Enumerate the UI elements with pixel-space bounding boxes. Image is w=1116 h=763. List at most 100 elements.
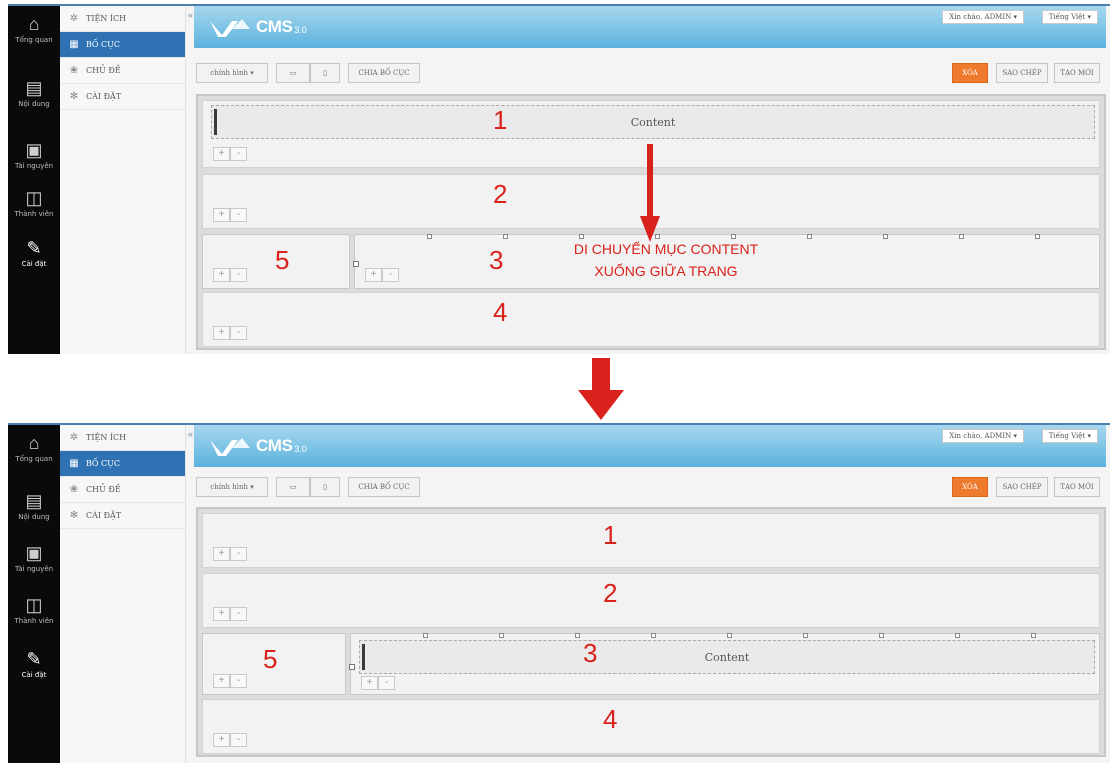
cms-logo: CMS 3.0 xyxy=(208,431,307,461)
row-add-remove: + - xyxy=(361,676,395,690)
resize-handle[interactable] xyxy=(503,234,508,239)
nav-item-members[interactable]: ◫ Thành viên xyxy=(8,595,60,625)
nav-item-settings[interactable]: ✎ Cài đặt xyxy=(8,238,60,268)
create-button[interactable]: TẠO MỚI xyxy=(1054,477,1100,497)
layout-row-2[interactable]: 2 + - xyxy=(202,573,1100,628)
nav-item-content[interactable]: ▤ Nội dung xyxy=(8,491,60,521)
row-number-4: 4 xyxy=(493,297,508,327)
layout-cell-5[interactable]: 5 + - xyxy=(202,633,346,695)
layout-cell-5[interactable]: 5 + - xyxy=(202,234,350,289)
resize-handle[interactable] xyxy=(353,261,359,267)
remove-column-button[interactable]: - xyxy=(382,268,399,282)
add-column-button[interactable]: + xyxy=(361,676,378,690)
row-add-remove: + - xyxy=(213,147,247,161)
layout-icon: ▦ xyxy=(69,38,79,50)
layout-row-4[interactable]: 4 + - xyxy=(202,292,1100,347)
mobile-view-button[interactable]: ▯ xyxy=(310,63,340,83)
collapse-sidebar-icon[interactable]: « xyxy=(188,429,193,439)
collapse-sidebar-icon[interactable]: « xyxy=(188,10,193,20)
resize-handle[interactable] xyxy=(883,234,888,239)
resize-handle[interactable] xyxy=(575,633,580,638)
resize-handle[interactable] xyxy=(727,633,732,638)
resize-handle[interactable] xyxy=(651,633,656,638)
subnav-item-theme[interactable]: ❀ CHỦ ĐỀ xyxy=(60,58,185,84)
cell-number-5: 5 xyxy=(275,245,290,275)
language-select[interactable]: Tiếng Việt ▾ xyxy=(1041,429,1098,443)
resize-handle[interactable] xyxy=(499,633,504,638)
subnav-item-settings[interactable]: ✻ CÀI ĐẶT xyxy=(60,503,185,529)
resize-handle[interactable] xyxy=(423,633,428,638)
add-column-button[interactable]: + xyxy=(213,326,230,340)
layout-toolbar: chính hình ▾ ▭ ▯ CHIA BỐ CỤC XÓA SAO CHÉ… xyxy=(196,63,1100,83)
resize-handle[interactable] xyxy=(803,633,808,638)
language-select[interactable]: Tiếng Việt ▾ xyxy=(1041,10,1098,24)
resize-handle[interactable] xyxy=(349,664,355,670)
delete-button[interactable]: XÓA xyxy=(952,477,988,497)
resize-handle[interactable] xyxy=(879,633,884,638)
remove-column-button[interactable]: - xyxy=(230,607,247,621)
settings-icon: ✻ xyxy=(69,509,79,521)
subnav-item-layout[interactable]: ▦ BỐ CỤC xyxy=(60,32,185,58)
nav-item-content[interactable]: ▤ Nội dung xyxy=(8,78,60,108)
add-column-button[interactable]: + xyxy=(213,547,230,561)
remove-column-button[interactable]: - xyxy=(230,674,247,688)
nav-item-resources[interactable]: ▣ Tài nguyên xyxy=(8,543,60,573)
add-column-button[interactable]: + xyxy=(213,268,230,282)
vnvn-logo-icon xyxy=(210,438,250,456)
layout-row-1[interactable]: 1 + - xyxy=(202,513,1100,568)
content-block[interactable]: Content xyxy=(359,640,1095,674)
resize-handle[interactable] xyxy=(959,234,964,239)
layout-cell-3[interactable]: Content 3 + - xyxy=(349,633,1100,695)
remove-column-button[interactable]: - xyxy=(378,676,395,690)
subnav-item-theme[interactable]: ❀ CHỦ ĐỀ xyxy=(60,477,185,503)
copy-button[interactable]: SAO CHÉP xyxy=(996,477,1048,497)
caret-down-icon: ▾ xyxy=(1013,432,1017,440)
split-layout-button[interactable]: CHIA BỐ CỤC xyxy=(348,477,420,497)
copy-button[interactable]: SAO CHÉP xyxy=(996,63,1048,83)
desktop-view-button[interactable]: ▭ xyxy=(276,63,310,83)
subnav-item-widgets[interactable]: ✲ TIỆN ÍCH xyxy=(60,425,185,451)
desktop-view-button[interactable]: ▭ xyxy=(276,477,310,497)
caret-down-icon: ▾ xyxy=(1013,13,1017,21)
page-select[interactable]: chính hình ▾ xyxy=(196,477,268,497)
add-column-button[interactable]: + xyxy=(213,733,230,747)
split-layout-button[interactable]: CHIA BỐ CỤC xyxy=(348,63,420,83)
user-menu[interactable]: Xin chào, ADMIN ▾ xyxy=(942,10,1024,24)
layout-row-4[interactable]: 4 + - xyxy=(202,699,1100,754)
nav-item-members[interactable]: ◫ Thành viên xyxy=(8,188,60,218)
theme-icon: ❀ xyxy=(69,483,79,495)
create-button[interactable]: TẠO MỚI xyxy=(1054,63,1100,83)
subnav-item-settings[interactable]: ✻ CÀI ĐẶT xyxy=(60,84,185,110)
remove-column-button[interactable]: - xyxy=(230,733,247,747)
resize-handle[interactable] xyxy=(1035,234,1040,239)
add-column-button[interactable]: + xyxy=(213,147,230,161)
row-add-remove: + - xyxy=(213,607,247,621)
widget-icon: ✲ xyxy=(69,12,79,24)
add-column-button[interactable]: + xyxy=(365,268,382,282)
nav-item-overview[interactable]: ⌂ Tổng quan xyxy=(8,433,60,463)
add-column-button[interactable]: + xyxy=(213,208,230,222)
add-column-button[interactable]: + xyxy=(213,607,230,621)
nav-item-overview[interactable]: ⌂ Tổng quan xyxy=(8,14,60,44)
main-area: « CMS 3.0 Xin chào, ADMIN ▾ Tiếng Việt ▾… xyxy=(186,425,1110,763)
nav-item-settings[interactable]: ✎ Cài đặt xyxy=(8,649,60,679)
resize-handle[interactable] xyxy=(955,633,960,638)
user-menu[interactable]: Xin chào, ADMIN ▾ xyxy=(942,429,1024,443)
remove-column-button[interactable]: - xyxy=(230,147,247,161)
desktop-icon: ▭ xyxy=(289,483,297,491)
delete-button[interactable]: XÓA xyxy=(952,63,988,83)
mobile-view-button[interactable]: ▯ xyxy=(310,477,340,497)
remove-column-button[interactable]: - xyxy=(230,326,247,340)
caret-down-icon: ▾ xyxy=(1087,13,1091,21)
resize-handle[interactable] xyxy=(1031,633,1036,638)
remove-column-button[interactable]: - xyxy=(230,268,247,282)
subnav-item-layout[interactable]: ▦ BỐ CỤC xyxy=(60,451,185,477)
remove-column-button[interactable]: - xyxy=(230,547,247,561)
add-column-button[interactable]: + xyxy=(213,674,230,688)
content-block[interactable]: Content xyxy=(211,105,1095,139)
resize-handle[interactable] xyxy=(427,234,432,239)
nav-item-resources[interactable]: ▣ Tài nguyên xyxy=(8,140,60,170)
remove-column-button[interactable]: - xyxy=(230,208,247,222)
subnav-item-widgets[interactable]: ✲ TIỆN ÍCH xyxy=(60,6,185,32)
page-select[interactable]: chính hình ▾ xyxy=(196,63,268,83)
